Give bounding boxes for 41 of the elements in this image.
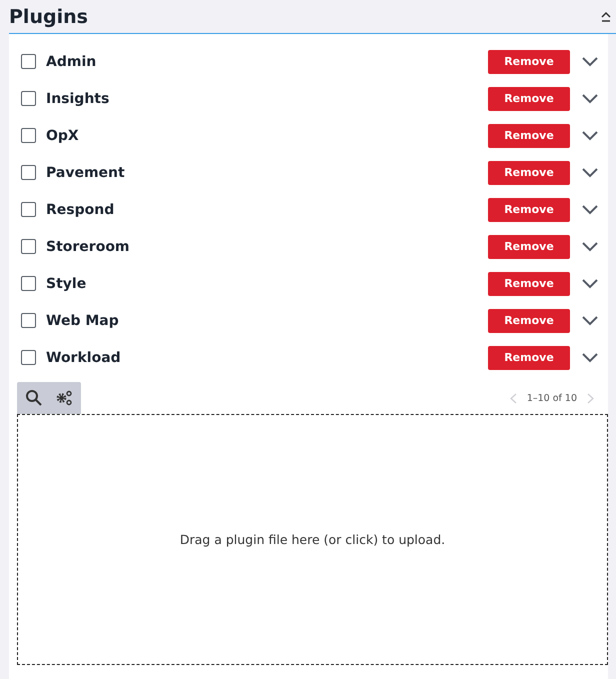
expand-chevron-icon[interactable] [582,242,598,252]
checkbox[interactable] [21,165,36,180]
plugin-name: Admin [46,54,98,70]
expand-chevron-icon[interactable] [582,352,598,362]
collapse-icon[interactable] [600,10,612,22]
expand-chevron-icon[interactable] [582,204,598,214]
plugin-name: Respond [46,202,116,218]
dropzone-text: Drag a plugin file here (or click) to upload. [180,532,446,547]
plugin-name: Pavement [46,164,126,180]
page-range: 1–10 of 10 [526,392,577,404]
checkbox[interactable] [21,128,36,143]
expand-chevron-icon[interactable] [582,316,598,326]
plugin-name: OpX [46,128,80,144]
plugin-name: Web Map [46,312,120,328]
upload-dropzone[interactable]: Drag a plugin file here (or click) to upload. [17,414,608,665]
remove-button[interactable]: Remove [488,234,570,258]
plugin-name: Storeroom [46,238,131,254]
remove-button[interactable]: Remove [488,50,570,74]
remove-button[interactable]: Remove [488,124,570,148]
expand-chevron-icon[interactable] [582,278,598,288]
checkbox[interactable] [21,91,36,106]
remove-button[interactable]: Remove [488,160,570,184]
checkbox[interactable] [21,202,36,217]
panel-title: Plugins [9,6,88,28]
checkbox[interactable] [21,276,36,291]
checkbox[interactable] [21,54,36,69]
checkbox[interactable] [21,239,36,254]
checkbox[interactable] [21,350,36,365]
remove-button[interactable]: Remove [488,86,570,110]
expand-chevron-icon[interactable] [582,56,598,66]
plugin-name: Style [46,276,88,292]
remove-button[interactable]: Remove [488,198,570,222]
expand-chevron-icon[interactable] [582,168,598,178]
plugin-name: Insights [46,90,110,106]
remove-button[interactable]: Remove [488,308,570,332]
remove-button[interactable]: Remove [488,346,570,370]
remove-button[interactable]: Remove [488,272,570,296]
expand-chevron-icon[interactable] [582,130,598,140]
plugin-name: Workload [46,350,122,366]
checkbox[interactable] [21,313,36,328]
expand-chevron-icon[interactable] [582,94,598,104]
